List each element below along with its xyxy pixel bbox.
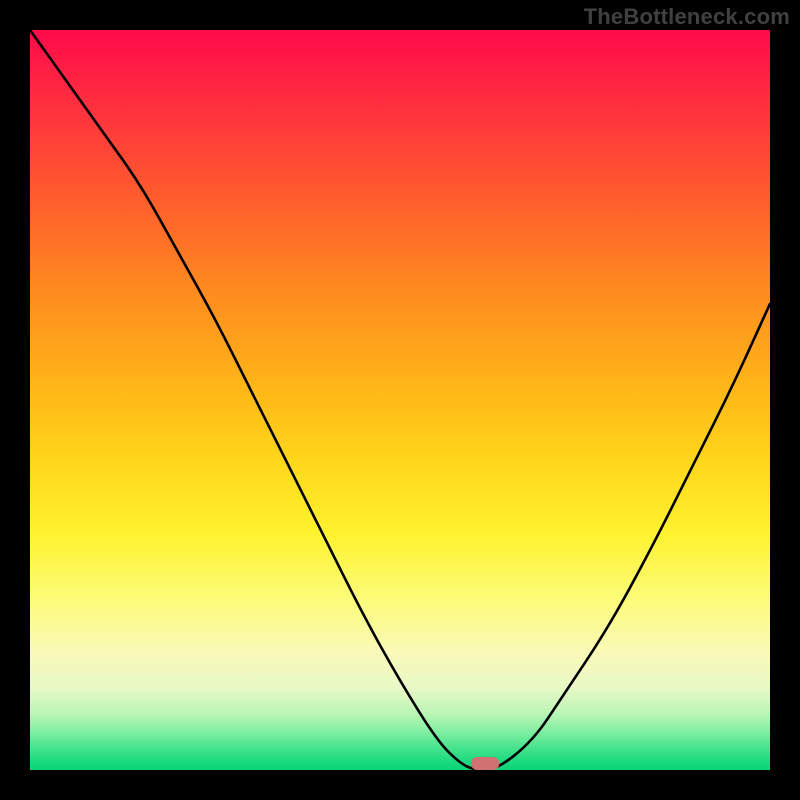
optimal-marker — [471, 757, 499, 770]
bottleneck-curve — [30, 30, 770, 770]
watermark-text: TheBottleneck.com — [584, 4, 790, 30]
chart-frame: TheBottleneck.com — [0, 0, 800, 800]
plot-area — [30, 30, 770, 770]
curve-svg — [30, 30, 770, 770]
